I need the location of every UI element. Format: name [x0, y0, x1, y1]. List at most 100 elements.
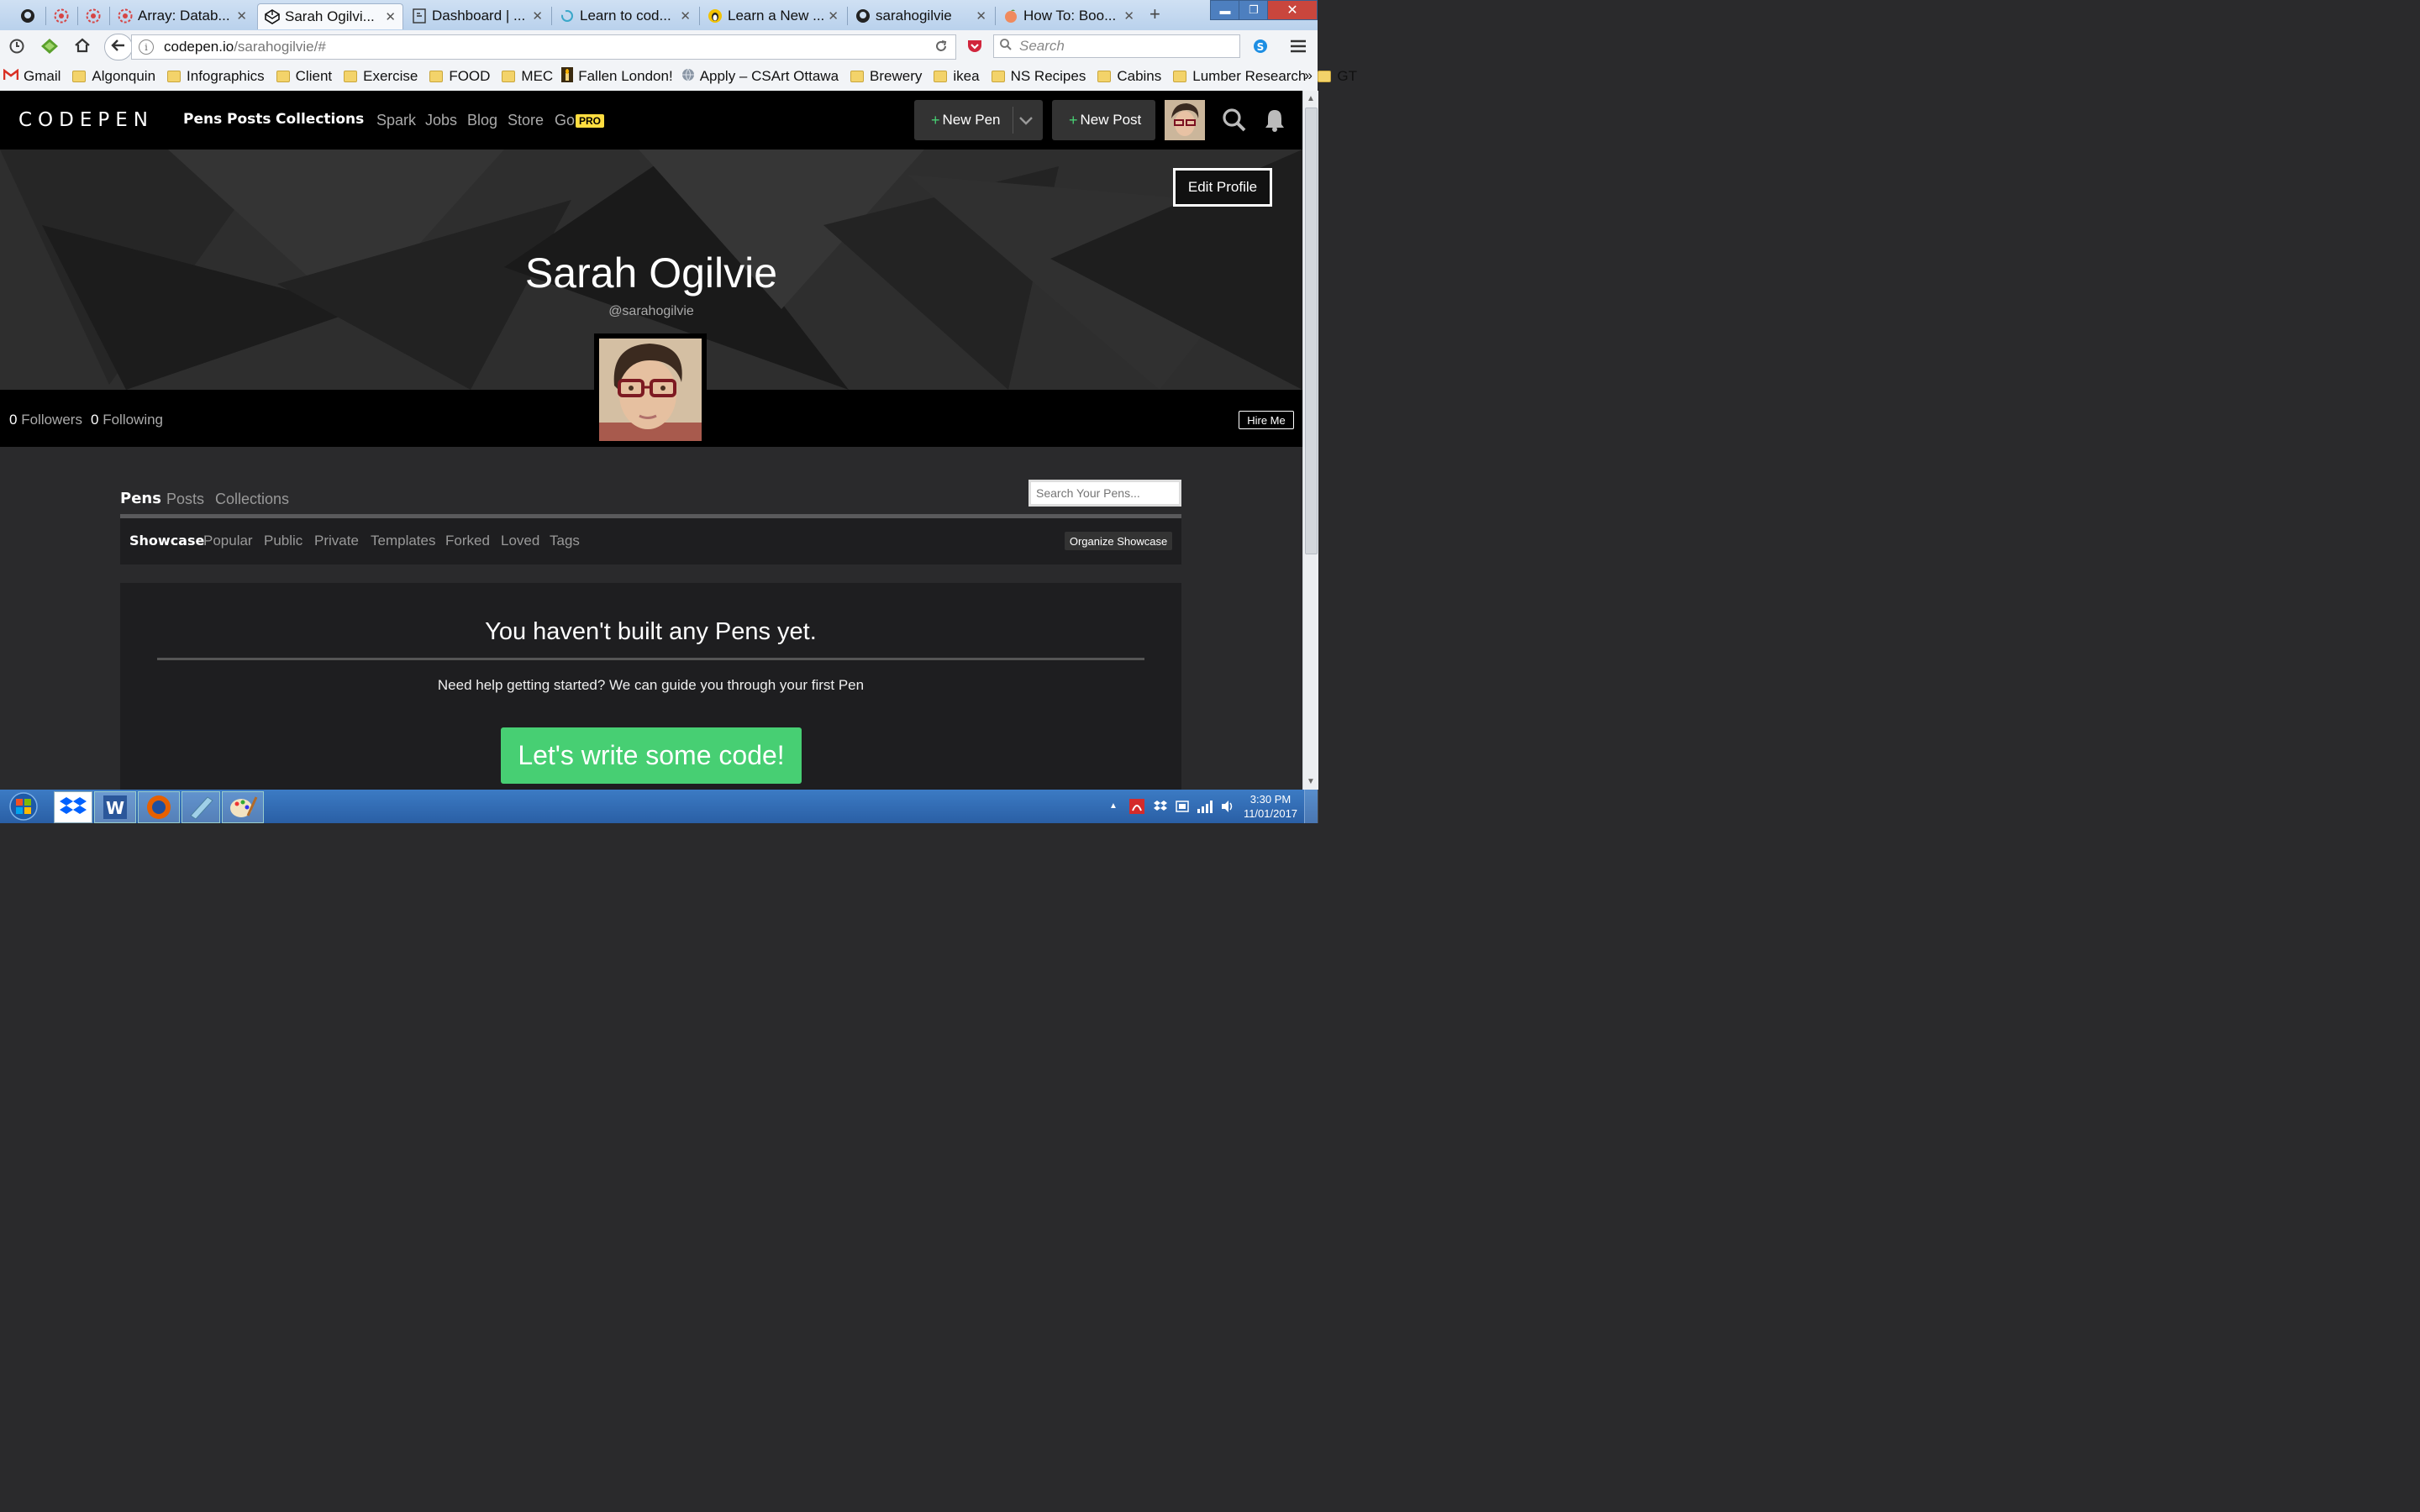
close-window-icon[interactable]: ✕	[1267, 0, 1318, 20]
minimize-window-icon[interactable]: ▬	[1210, 0, 1240, 20]
filter-popular[interactable]: Popular	[203, 533, 253, 549]
tab-9[interactable]: How To: Boo... ✕	[997, 3, 1141, 29]
filter-tags[interactable]: Tags	[550, 533, 580, 549]
start-orb-icon[interactable]	[7, 791, 40, 822]
bookmark-infographics[interactable]: Infographics	[164, 68, 265, 85]
tab-0[interactable]	[13, 3, 44, 29]
new-pen-button[interactable]: + New Pen	[914, 100, 1043, 140]
extension-icon[interactable]	[40, 38, 59, 59]
filter-templates[interactable]: Templates	[371, 533, 435, 549]
bookmark-algonquin[interactable]: Algonquin	[69, 68, 155, 85]
bookmarks-overflow-button[interactable]: »	[1305, 67, 1313, 84]
paint-icon[interactable]	[222, 791, 264, 823]
search-pens-input[interactable]	[1028, 480, 1181, 507]
bookmark-exercise[interactable]: Exercise	[340, 68, 418, 85]
url-bar[interactable]: i codepen.io/sarahogilvie/#	[131, 34, 956, 60]
close-tab-icon[interactable]: ✕	[236, 8, 247, 24]
history-icon[interactable]	[8, 38, 25, 59]
tab-2[interactable]	[79, 3, 109, 29]
bookmark-apply-csart[interactable]: Apply – CSArt Ottawa	[681, 68, 839, 86]
tab-posts[interactable]: Posts	[166, 491, 204, 508]
bookmark-food[interactable]: FOOD	[426, 68, 490, 85]
nav-posts[interactable]: Posts	[227, 111, 271, 128]
filter-showcase[interactable]: Showcase	[129, 533, 204, 549]
dropbox-icon[interactable]	[54, 791, 92, 823]
following-link[interactable]: 0 Following	[91, 412, 163, 428]
pro-badge[interactable]: PRO	[576, 114, 605, 128]
codepen-logo[interactable]: CODEPEN	[18, 109, 154, 131]
hire-me-button[interactable]: Hire Me	[1239, 411, 1294, 429]
organize-showcase-button[interactable]: Organize Showcase	[1065, 532, 1172, 550]
bookmark-brewery[interactable]: Brewery	[847, 68, 922, 85]
new-tab-button[interactable]: +	[1150, 3, 1160, 25]
close-tab-icon[interactable]: ✕	[828, 8, 839, 24]
scroll-down-icon[interactable]: ▼	[1307, 777, 1315, 786]
restore-window-icon[interactable]: ❐	[1239, 0, 1269, 20]
scroll-up-icon[interactable]: ▲	[1307, 94, 1315, 103]
followers-link[interactable]: 0 Followers	[9, 412, 82, 428]
info-icon[interactable]: i	[139, 39, 154, 55]
network-signal-icon[interactable]	[1197, 799, 1213, 818]
tab-6[interactable]: Learn to cod... ✕	[553, 3, 697, 29]
bookmark-ikea[interactable]: ikea	[930, 68, 980, 85]
reload-icon[interactable]	[934, 39, 949, 58]
filter-public[interactable]: Public	[264, 533, 302, 549]
nav-collections[interactable]: Collections	[276, 111, 364, 128]
tab-collections[interactable]: Collections	[215, 491, 289, 508]
search-icon[interactable]	[1222, 108, 1247, 137]
skype-icon[interactable]: S	[1252, 38, 1269, 59]
nav-spark[interactable]: Spark	[376, 112, 416, 129]
bookmark-fallen-london[interactable]: Fallen London!	[561, 66, 673, 87]
volume-icon[interactable]	[1220, 799, 1235, 818]
tab-5[interactable]: Dashboard | ... ✕	[405, 3, 550, 29]
notepad-icon[interactable]	[182, 791, 220, 823]
bookmark-gmail[interactable]: Gmail	[3, 68, 60, 85]
acrobat-tray-icon[interactable]	[1129, 799, 1144, 818]
page-scrollbar[interactable]: ▲ ▼	[1302, 91, 1318, 790]
tab-3[interactable]: Array: Datab... ✕	[111, 3, 254, 29]
nav-go[interactable]: Go	[555, 112, 575, 129]
device-tray-icon[interactable]	[1175, 799, 1190, 818]
bookmark-client[interactable]: Client	[273, 68, 332, 85]
dropbox-tray-icon[interactable]	[1153, 799, 1168, 818]
bookmark-lumber-research[interactable]: Lumber Research	[1170, 68, 1306, 85]
tab-pens[interactable]: Pens	[120, 490, 161, 507]
nav-blog[interactable]: Blog	[467, 112, 497, 129]
firefox-icon[interactable]	[138, 791, 180, 823]
filter-private[interactable]: Private	[314, 533, 359, 549]
word-icon[interactable]: W	[94, 791, 136, 823]
scrollbar-thumb[interactable]	[1305, 108, 1318, 554]
pocket-icon[interactable]	[966, 38, 983, 59]
bookmark-ns-recipes[interactable]: NS Recipes	[988, 68, 1086, 85]
system-clock[interactable]: 3:30 PM 11/01/2017	[1242, 792, 1299, 821]
tab-1[interactable]	[47, 3, 77, 29]
tab-7[interactable]: Learn a New ... ✕	[701, 3, 845, 29]
edit-profile-button[interactable]: Edit Profile	[1173, 168, 1272, 207]
close-tab-icon[interactable]: ✕	[532, 8, 543, 24]
notification-bell-icon[interactable]	[1263, 108, 1286, 137]
nav-jobs[interactable]: Jobs	[425, 112, 457, 129]
home-icon[interactable]	[74, 37, 91, 58]
menu-icon[interactable]	[1289, 39, 1307, 58]
chevron-down-icon[interactable]	[1018, 115, 1034, 130]
bookmark-mec[interactable]: MEC	[498, 68, 553, 85]
browser-search-box[interactable]: Search	[993, 34, 1240, 58]
tab-4-active[interactable]: Sarah Ogilvi... ✕	[257, 3, 403, 29]
close-tab-icon[interactable]: ✕	[385, 9, 396, 24]
bookmark-cabins[interactable]: Cabins	[1094, 68, 1161, 85]
bookmark-gt[interactable]: GT	[1314, 68, 1357, 85]
lets-write-code-button[interactable]: Let's write some code!	[501, 727, 802, 784]
show-desktop-button[interactable]	[1304, 790, 1318, 823]
close-tab-icon[interactable]: ✕	[976, 8, 986, 24]
filter-forked[interactable]: Forked	[445, 533, 490, 549]
close-tab-icon[interactable]: ✕	[680, 8, 691, 24]
filter-loved[interactable]: Loved	[501, 533, 539, 549]
new-post-button[interactable]: + New Post	[1052, 100, 1155, 140]
tray-expand-icon[interactable]: ▲	[1109, 801, 1118, 811]
tab-8[interactable]: sarahogilvie ✕	[849, 3, 993, 29]
close-tab-icon[interactable]: ✕	[1123, 8, 1134, 24]
nav-store[interactable]: Store	[508, 112, 544, 129]
avatar[interactable]	[1165, 100, 1205, 140]
nav-pens[interactable]: Pens	[183, 111, 222, 128]
back-button[interactable]	[104, 34, 133, 60]
